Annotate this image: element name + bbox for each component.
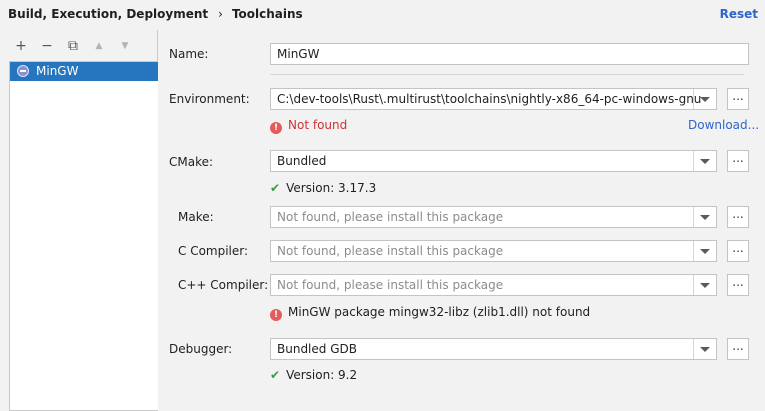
make-select[interactable]: Not found, please install this package (270, 206, 717, 228)
make-placeholder: Not found, please install this package (277, 210, 504, 224)
name-field[interactable]: MinGW (270, 43, 749, 65)
name-label: Name: (169, 47, 209, 61)
breadcrumb-current: Toolchains (231, 7, 303, 21)
cpp-compiler-label: C++ Compiler: (178, 278, 269, 292)
chevron-down-icon[interactable] (693, 151, 716, 171)
environment-status: ! Not found (270, 118, 347, 134)
chevron-down-icon[interactable] (693, 339, 716, 359)
divider (270, 74, 744, 75)
debugger-select[interactable]: Bundled GDB (270, 338, 717, 360)
toolchain-item-mingw[interactable]: MinGW (10, 62, 158, 81)
move-down-icon[interactable]: ▼ (116, 37, 134, 55)
cmake-label: CMake: (169, 155, 214, 169)
copy-icon[interactable]: ⧉ (64, 37, 82, 55)
c-compiler-label: C Compiler: (178, 244, 249, 258)
environment-status-text: Not found (288, 118, 348, 132)
add-icon[interactable]: + (12, 37, 30, 55)
cmake-value: Bundled (277, 154, 327, 168)
remove-icon[interactable]: − (38, 37, 56, 55)
environment-browse-button[interactable]: ... (727, 88, 749, 110)
debugger-status: ✔ Version: 9.2 (270, 368, 357, 382)
error-icon: ! (270, 309, 282, 321)
download-link[interactable]: Download... (688, 118, 759, 132)
c-compiler-select[interactable]: Not found, please install this package (270, 240, 717, 262)
cmake-status: ✔ Version: 3.17.3 (270, 181, 376, 195)
environment-value: C:\dev-tools\Rust\.multirust\toolchains\… (277, 92, 702, 106)
chevron-down-icon[interactable] (693, 89, 716, 109)
c-compiler-browse-button[interactable]: ... (727, 240, 749, 262)
make-label: Make: (178, 210, 214, 224)
cpp-compiler-select[interactable]: Not found, please install this package (270, 274, 717, 296)
name-value: MinGW (277, 47, 320, 61)
toolchain-list-panel: + − ⧉ ▲ ▼ MinGW (0, 30, 158, 411)
environment-label: Environment: (169, 92, 250, 106)
debugger-label: Debugger: (169, 342, 233, 356)
reset-link[interactable]: Reset (720, 7, 758, 21)
debugger-browse-button[interactable]: ... (727, 338, 749, 360)
c-compiler-placeholder: Not found, please install this package (277, 244, 504, 258)
cmake-status-text: Version: 3.17.3 (286, 181, 377, 195)
cmake-select[interactable]: Bundled (270, 150, 717, 172)
cpp-compiler-placeholder: Not found, please install this package (277, 278, 504, 292)
debugger-status-text: Version: 9.2 (286, 368, 358, 382)
make-browse-button[interactable]: ... (727, 206, 749, 228)
cmake-browse-button[interactable]: ... (727, 150, 749, 172)
breadcrumb-parent[interactable]: Build, Execution, Deployment (8, 7, 208, 21)
check-icon: ✔ (270, 368, 281, 382)
toolchain-item-label: MinGW (36, 64, 79, 78)
environment-select[interactable]: C:\dev-tools\Rust\.multirust\toolchains\… (270, 88, 717, 110)
breadcrumb: Build, Execution, Deployment › Toolchains (8, 7, 303, 21)
chevron-down-icon[interactable] (693, 275, 716, 295)
chevron-down-icon[interactable] (693, 241, 716, 261)
mingw-status: ! MinGW package mingw32-libz (zlib1.dll) … (270, 305, 590, 321)
chevron-right-icon: › (218, 7, 223, 21)
move-up-icon[interactable]: ▲ (90, 37, 108, 55)
cpp-compiler-browse-button[interactable]: ... (727, 274, 749, 296)
mingw-status-text: MinGW package mingw32-libz (zlib1.dll) n… (288, 305, 591, 319)
error-icon: ! (270, 122, 282, 134)
mingw-icon (17, 65, 29, 77)
chevron-down-icon[interactable] (693, 207, 716, 227)
breadcrumb-bar: Build, Execution, Deployment › Toolchains … (0, 0, 765, 30)
check-icon: ✔ (270, 181, 281, 195)
toolchain-list: MinGW (9, 61, 158, 411)
debugger-value: Bundled GDB (277, 342, 357, 356)
